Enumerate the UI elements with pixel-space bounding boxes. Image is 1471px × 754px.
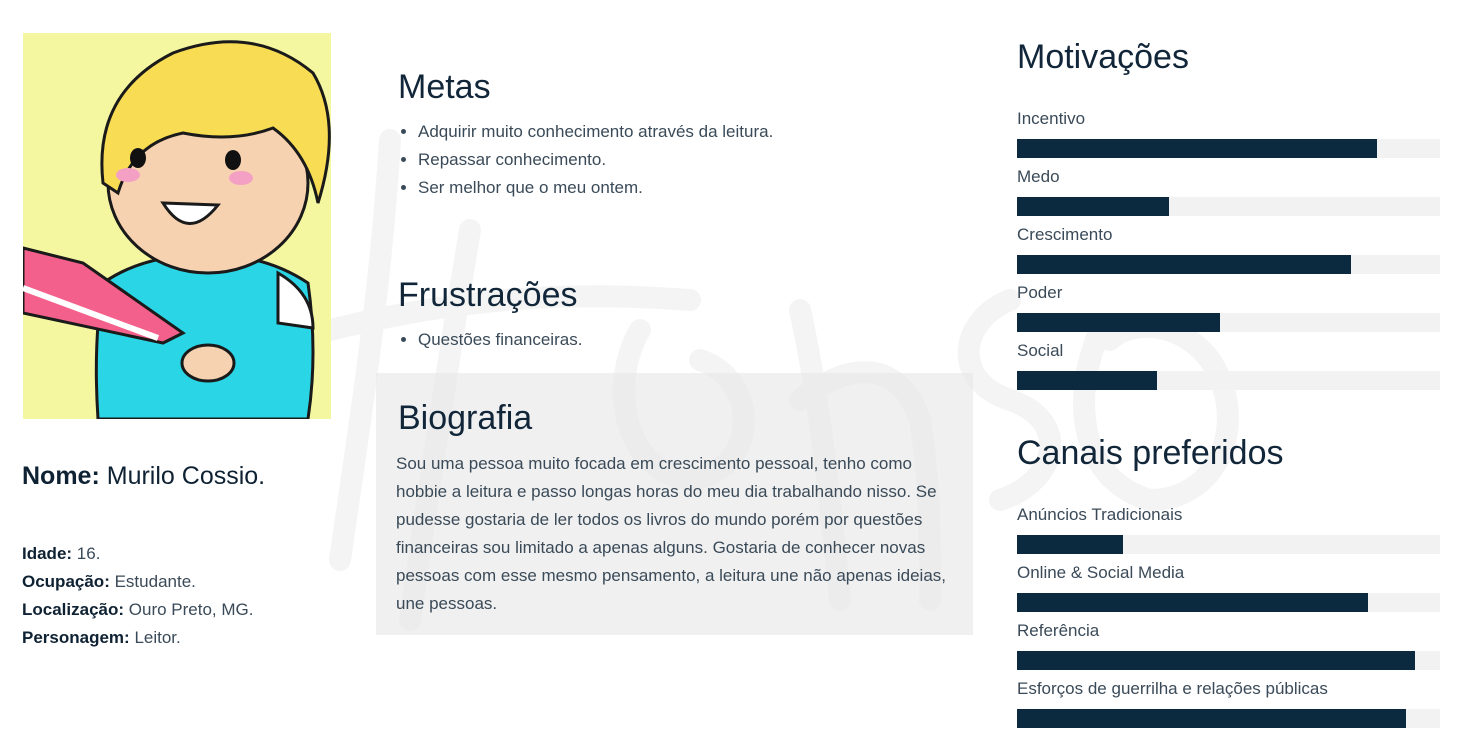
bar-fill xyxy=(1017,709,1407,728)
frustracoes-item: Questões financeiras. xyxy=(418,326,582,354)
motivacao-label-poder: Poder xyxy=(1017,283,1063,302)
motivacao-label-social: Social xyxy=(1017,341,1064,360)
persona-details: Idade: 16. Ocupação: Estudante. Localiza… xyxy=(22,540,253,652)
canal-label-online: Online & Social Media xyxy=(1017,563,1185,582)
bar-fill xyxy=(1017,255,1352,274)
location-row: Localização: Ouro Preto, MG. xyxy=(22,596,253,624)
occupation-row: Ocupação: Estudante. xyxy=(22,568,253,596)
character-label: Personagem: xyxy=(22,628,130,647)
bar-fill xyxy=(1017,371,1157,390)
metas-heading: Metas xyxy=(398,68,491,106)
bar-fill xyxy=(1017,651,1415,670)
motivacao-bar-poder xyxy=(1017,313,1440,332)
motivacoes-heading: Motivações xyxy=(1017,38,1189,76)
motivacao-bar-incentivo xyxy=(1017,139,1440,158)
bar-fill xyxy=(1017,313,1221,332)
canal-bar-anuncios xyxy=(1017,535,1440,554)
motivacao-bar-social xyxy=(1017,371,1440,390)
motivacao-label-incentivo: Incentivo xyxy=(1017,109,1086,128)
age-row: Idade: 16. xyxy=(22,540,253,568)
metas-item: Ser melhor que o meu ontem. xyxy=(418,174,773,202)
character-row: Personagem: Leitor. xyxy=(22,624,253,652)
location-label: Localização: xyxy=(22,600,125,619)
motivacao-label-crescimento: Crescimento xyxy=(1017,225,1113,244)
metas-item: Adquirir muito conhecimento através da l… xyxy=(418,118,773,146)
canal-bar-online xyxy=(1017,593,1440,612)
name-label: Nome: xyxy=(22,462,100,490)
canal-label-anuncios: Anúncios Tradicionais xyxy=(1017,505,1183,524)
persona-name: Nome: Murilo Cossio. xyxy=(22,462,265,491)
canal-bar-referencia xyxy=(1017,651,1440,670)
age-label: Idade: xyxy=(22,544,73,563)
occupation-label: Ocupação: xyxy=(22,572,110,591)
occupation-value: Estudante. xyxy=(114,572,196,591)
canal-label-referencia: Referência xyxy=(1017,621,1100,640)
name-value: Murilo Cossio. xyxy=(106,462,266,490)
bar-fill xyxy=(1017,197,1170,216)
biografia-text: Sou uma pessoa muito focada em crescimen… xyxy=(396,454,946,613)
age-value: 16. xyxy=(76,544,101,563)
motivacao-label-medo: Medo xyxy=(1017,167,1060,186)
persona-avatar xyxy=(23,33,331,419)
character-value: Leitor. xyxy=(134,628,181,647)
motivacao-bar-medo xyxy=(1017,197,1440,216)
canal-label-guerrilha: Esforços de guerrilha e relações pública… xyxy=(1017,679,1328,698)
bar-fill xyxy=(1017,593,1369,612)
frustracoes-heading: Frustrações xyxy=(398,276,578,314)
metas-item: Repassar conhecimento. xyxy=(418,146,773,174)
frustracoes-list: Questões financeiras. xyxy=(398,326,582,354)
bar-fill xyxy=(1017,139,1377,158)
metas-list: Adquirir muito conhecimento através da l… xyxy=(398,118,773,202)
location-value: Ouro Preto, MG. xyxy=(128,600,254,619)
motivacao-bar-crescimento xyxy=(1017,255,1440,274)
canal-bar-guerrilha xyxy=(1017,709,1440,728)
biografia-heading: Biografia xyxy=(398,399,533,437)
canais-heading: Canais preferidos xyxy=(1017,434,1284,472)
bar-fill xyxy=(1017,535,1123,554)
